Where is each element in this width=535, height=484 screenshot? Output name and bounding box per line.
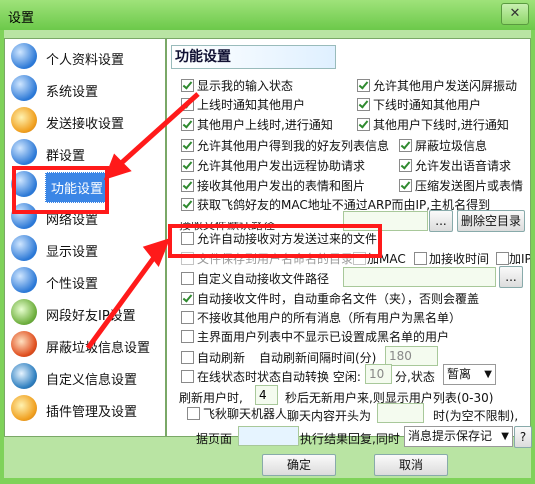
arrow-line-lower bbox=[85, 250, 161, 350]
annotation-arrows bbox=[85, 92, 200, 350]
settings-window: 设置 ✕ 个人资料设置 系统设置 发送接收设置 群设置 功能设置 网络设置 显示… bbox=[0, 0, 535, 484]
arrow-line-upper bbox=[116, 92, 200, 168]
